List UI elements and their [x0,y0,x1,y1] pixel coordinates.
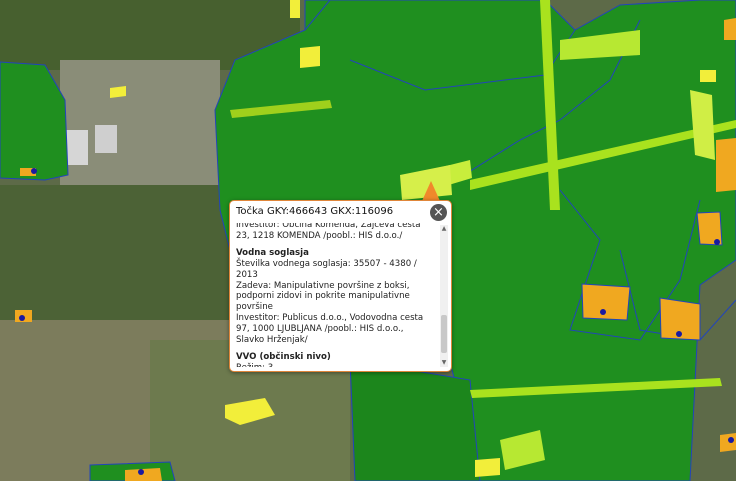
parcel-yellow [475,458,500,477]
point-marker[interactable] [31,168,37,174]
popup-line: Režim: 3 [236,363,434,367]
parcel-yellow [110,86,126,98]
point-marker[interactable] [19,315,25,321]
parcel-orange[interactable] [724,18,736,40]
popup-section: Vodna soglasja Številka vodnega soglasja:… [236,248,434,346]
popup-title: Točka GKY:466643 GKX:116096 [236,206,394,217]
parcel-orange[interactable] [581,283,631,321]
building [95,125,117,153]
parcel-yellow [300,46,320,68]
popup-pointer [422,181,440,201]
popup-line: Številka vodnega soglasja: 35507 - 4380 … [236,258,417,280]
popup-line: Investitor: Publicus d.o.o., Vodovodna c… [236,313,424,346]
popup-scrollbar[interactable]: ▲ ▼ [440,225,448,367]
parcel-yellow [290,0,300,18]
parcel-orange[interactable] [720,433,736,452]
forest-patch [0,185,230,325]
popup-section-title: Vodna soglasja [236,247,309,258]
scroll-down-arrow-icon[interactable]: ▼ [440,359,448,367]
point-marker[interactable] [138,469,144,475]
scroll-thumb[interactable] [441,315,447,353]
urban-area [60,60,220,190]
close-icon[interactable]: × [430,204,447,221]
popup-line: Zadeva: Manipulativne površine z boksi, … [236,280,410,313]
point-marker[interactable] [714,239,720,245]
point-marker[interactable] [676,331,682,337]
popup-section: VVO (občinski nivo)Režim: 3Kategorija: 3 [236,352,434,367]
parcel-yellow [700,70,716,82]
popup-section-title: VVO (občinski nivo) [236,351,331,362]
popup-content-inner: Investitor: Občina Komenda, Zajčeva cest… [236,223,434,367]
parcel-orange[interactable] [716,138,736,192]
point-marker[interactable] [600,309,606,315]
point-marker[interactable] [728,437,734,443]
popup-content: Investitor: Občina Komenda, Zajčeva cest… [236,223,434,367]
scroll-up-arrow-icon[interactable]: ▲ [440,225,448,233]
info-popup: Točka GKY:466643 GKX:116096 × Investitor… [229,200,452,372]
popup-section: Investitor: Občina Komenda, Zajčeva cest… [236,223,434,242]
popup-line: Investitor: Občina Komenda, Zajčeva cest… [236,223,421,241]
parcel-orange[interactable] [125,468,162,481]
protection-zone[interactable] [349,359,481,481]
